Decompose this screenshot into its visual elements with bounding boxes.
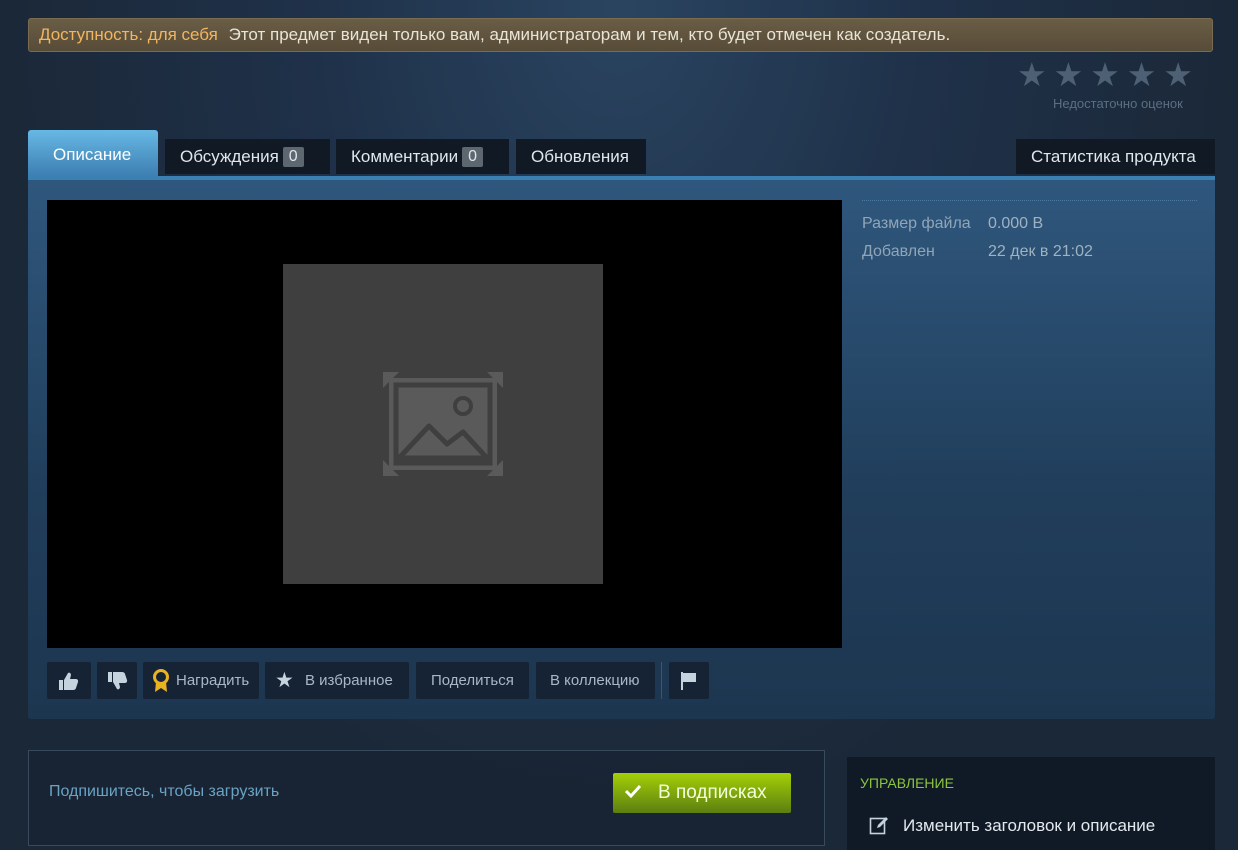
action-divider <box>661 662 662 699</box>
flag-icon <box>681 672 696 690</box>
manage-title: УПРАВЛЕНИЕ <box>860 775 954 791</box>
vote-up-button[interactable] <box>47 662 91 699</box>
award-button[interactable]: Наградить <box>143 662 259 699</box>
tab-label: Статистика продукта <box>1031 147 1196 166</box>
edit-title-description-link[interactable]: Изменить заголовок и описание <box>903 816 1155 836</box>
tab-product-stats[interactable]: Статистика продукта <box>1016 139 1215 174</box>
stat-label: Добавлен <box>862 243 935 260</box>
visibility-banner: Доступность: для себя Этот предмет виден… <box>28 18 1213 52</box>
subscribed-label: В подписках <box>658 782 767 803</box>
visibility-message: Этот предмет виден только вам, администр… <box>228 25 951 44</box>
award-label: Наградить <box>176 672 250 689</box>
manage-panel <box>847 757 1215 850</box>
tab-label: Обсуждения <box>180 147 279 166</box>
image-placeholder-icon <box>383 372 503 476</box>
rating-stars: ★ ★ ★ ★ ★ <box>1017 58 1193 91</box>
star-icon: ★ <box>275 669 294 692</box>
count-badge: 0 <box>282 147 304 167</box>
edit-icon <box>869 817 888 835</box>
star-icon: ★ <box>1017 56 1047 93</box>
tab-comments[interactable]: Комментарии 0 <box>336 139 509 174</box>
share-label: Поделиться <box>431 672 514 689</box>
thumbs-down-icon <box>108 672 128 690</box>
award-ribbon-icon <box>153 669 169 692</box>
stats-divider <box>862 200 1197 201</box>
favorite-label: В избранное <box>305 672 393 689</box>
subscribed-button[interactable]: В подписках <box>613 773 791 813</box>
report-button[interactable] <box>669 662 709 699</box>
tab-description[interactable]: Описание <box>28 130 158 176</box>
tab-label: Комментарии <box>351 147 459 166</box>
share-button[interactable]: Поделиться <box>416 662 529 699</box>
collection-button[interactable]: В коллекцию <box>536 662 655 699</box>
tab-label: Описание <box>53 145 132 164</box>
count-badge: 0 <box>462 147 483 167</box>
thumbs-up-icon <box>59 672 79 690</box>
visibility-label: Доступность: для себя <box>39 25 218 44</box>
preview-viewer[interactable] <box>47 200 842 648</box>
checkmark-icon <box>625 784 641 798</box>
vote-down-button[interactable] <box>97 662 137 699</box>
favorite-button[interactable]: ★ В избранное <box>265 662 409 699</box>
star-icon: ★ <box>1053 56 1084 93</box>
star-icon: ★ <box>1163 56 1193 93</box>
preview-placeholder <box>283 264 603 584</box>
star-icon: ★ <box>1090 56 1120 93</box>
star-icon: ★ <box>1126 56 1157 93</box>
stat-value: 22 дек в 21:02 <box>988 243 1093 260</box>
stat-value: 0.000 B <box>988 215 1044 232</box>
stat-label: Размер файла <box>862 215 971 232</box>
collection-label: В коллекцию <box>550 672 640 689</box>
tab-discussions[interactable]: Обсуждения 0 <box>165 139 330 174</box>
tab-label: Обновления <box>531 147 629 166</box>
tab-updates[interactable]: Обновления <box>516 139 646 174</box>
subscribe-prompt: Подпишитесь, чтобы загрузить <box>49 783 280 800</box>
rating-text: Недостаточно оценок <box>1053 96 1183 111</box>
